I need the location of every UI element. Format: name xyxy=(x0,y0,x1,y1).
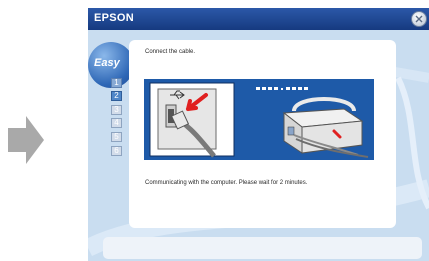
bottom-button-bar xyxy=(103,237,422,259)
step-item: 3 xyxy=(111,105,122,115)
next-arrow-icon xyxy=(8,116,44,164)
step-item: 1 xyxy=(111,78,122,88)
close-button[interactable] xyxy=(411,11,427,27)
step-item: 6 xyxy=(111,146,122,156)
brand-label: EPSON xyxy=(94,12,135,24)
step-item: 4 xyxy=(111,118,122,128)
status-message: Communicating with the computer. Please … xyxy=(145,180,308,186)
illustration-graphic xyxy=(149,82,369,158)
title-bar: EPSON xyxy=(88,8,429,30)
instruction-text: Connect the cable. xyxy=(145,49,196,55)
screen-dots xyxy=(256,87,308,90)
content-panel: Connect the cable. Communicating with th… xyxy=(129,40,396,228)
easy-mode-label: Easy xyxy=(94,57,120,69)
usb-cable-connection-illustration xyxy=(144,79,374,160)
step-item: 2 xyxy=(111,91,122,101)
epson-setup-window: EPSON Easy 1 2 3 4 5 6 Connect the cable… xyxy=(88,8,429,261)
step-item: 5 xyxy=(111,132,122,142)
close-x-icon xyxy=(415,15,423,23)
